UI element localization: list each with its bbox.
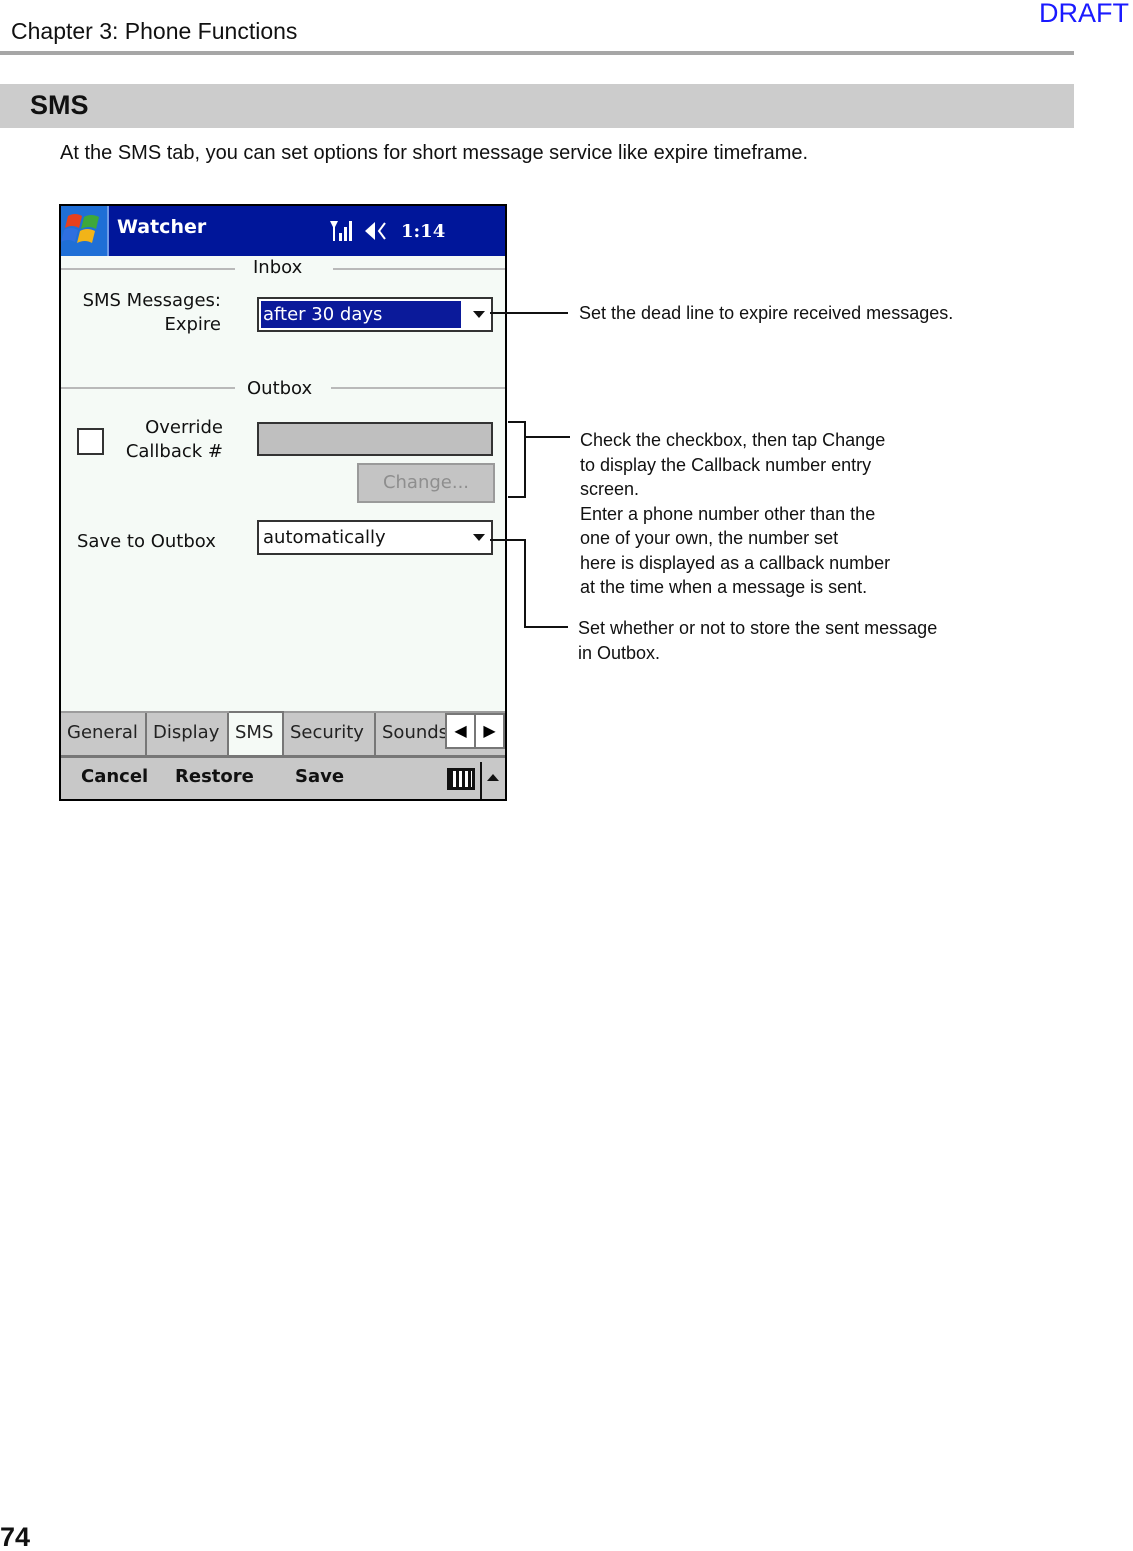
start-button[interactable] xyxy=(61,206,109,256)
page-number: 74 xyxy=(0,1522,31,1551)
chevron-down-icon xyxy=(473,311,485,318)
restore-button[interactable]: Restore xyxy=(175,766,254,787)
outbox-group-label: Outbox xyxy=(247,378,313,399)
device-screenshot: Watcher 1:14 Inbox SMS Messages: Expire … xyxy=(59,204,507,801)
callout-2-bracket-bottom xyxy=(508,496,526,498)
tab-scroll-buttons: ◀ ▶ xyxy=(445,713,505,749)
tab-bar: General Display SMS Security Sounds ◀ ▶ xyxy=(61,711,505,755)
callout-1-leader xyxy=(490,312,568,314)
speaker-icon[interactable] xyxy=(363,219,391,243)
callout-2-bracket-vertical xyxy=(524,421,526,498)
title-bar: Watcher 1:14 xyxy=(61,206,505,256)
app-title: Watcher xyxy=(117,216,207,238)
scroll-left-icon[interactable]: ◀ xyxy=(447,715,476,747)
expire-value: after 30 days xyxy=(261,301,461,328)
callback-number-field[interactable] xyxy=(257,422,493,456)
callout-callback: Check the checkbox, then tap Change to d… xyxy=(580,430,891,597)
callout-3-leader-c xyxy=(524,626,568,628)
sip-divider xyxy=(480,762,482,799)
menu-bar: Cancel Restore Save xyxy=(61,755,505,799)
save-to-outbox-dropdown[interactable]: automatically xyxy=(257,520,493,555)
section-title: SMS xyxy=(30,90,89,120)
inbox-group-line-left xyxy=(61,268,235,270)
callout-save-outbox: Set whether or not to store the sent mes… xyxy=(578,618,938,663)
override-callback-checkbox[interactable] xyxy=(77,428,104,455)
header-rule xyxy=(0,51,1074,55)
outbox-group-line-right xyxy=(331,387,505,389)
section-heading-band: SMS xyxy=(0,84,1074,128)
tab-general[interactable]: General xyxy=(61,713,147,755)
keyboard-icon[interactable] xyxy=(447,768,475,790)
cancel-button[interactable]: Cancel xyxy=(81,766,148,787)
scroll-right-icon[interactable]: ▶ xyxy=(476,715,503,747)
save-button[interactable]: Save xyxy=(295,766,344,787)
save-to-outbox-label: Save to Outbox xyxy=(77,531,216,552)
chapter-header: Chapter 3: Phone Functions xyxy=(11,18,298,44)
save-to-outbox-value: automatically xyxy=(263,527,386,548)
up-arrow-icon[interactable] xyxy=(487,774,499,781)
status-area: 1:14 xyxy=(329,216,445,246)
callout-3-leader-a xyxy=(490,539,526,541)
callout-3-leader-b xyxy=(524,539,526,628)
callout-expire: Set the dead line to expire received mes… xyxy=(579,303,954,323)
expire-dropdown[interactable]: after 30 days xyxy=(257,297,493,332)
chevron-down-icon xyxy=(473,534,485,541)
override-callback-label: Override Callback # xyxy=(125,417,223,462)
tab-display[interactable]: Display xyxy=(147,713,229,755)
windows-flag-icon xyxy=(61,214,99,243)
draft-watermark: DRAFT xyxy=(1039,0,1129,28)
inbox-group-line-right xyxy=(333,268,505,270)
callout-2-leader xyxy=(526,436,570,438)
signal-strength-icon[interactable] xyxy=(329,219,353,243)
outbox-group-line-left xyxy=(61,387,235,389)
clock[interactable]: 1:14 xyxy=(401,221,445,242)
tab-sounds[interactable]: Sounds xyxy=(376,713,456,755)
intro-paragraph: At the SMS tab, you can set options for … xyxy=(60,142,809,164)
inbox-group-label: Inbox xyxy=(253,257,303,278)
tab-security[interactable]: Security xyxy=(284,713,376,755)
expire-label: SMS Messages: Expire xyxy=(82,290,221,335)
tab-sms[interactable]: SMS xyxy=(229,711,284,755)
change-button[interactable]: Change... xyxy=(357,463,495,503)
